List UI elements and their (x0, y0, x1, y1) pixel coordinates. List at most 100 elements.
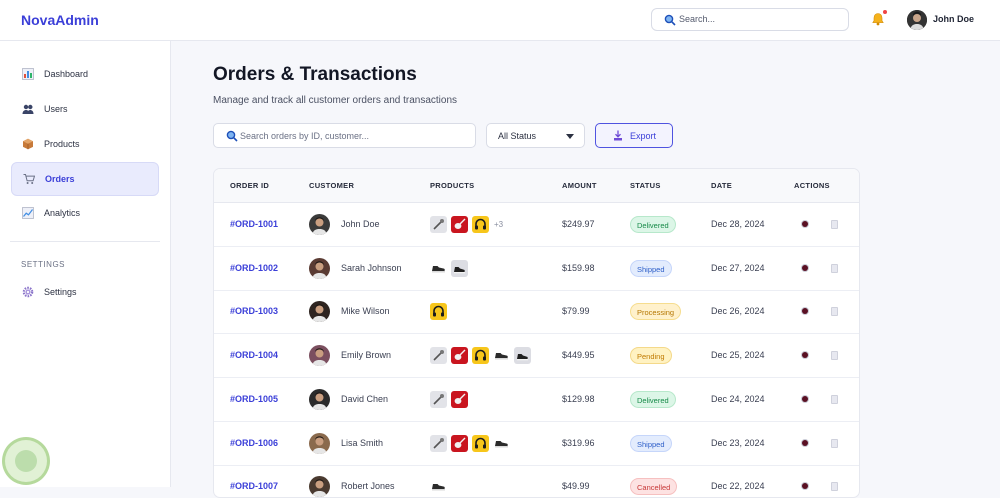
sidebar-item-label: Dashboard (44, 69, 89, 79)
table-row[interactable]: #ORD-1001 John Doe +3 $249.97 Delivered Dec 2… (214, 203, 859, 247)
search-icon (664, 14, 676, 26)
sidebar-item-dashboard[interactable]: Dashboard (11, 58, 159, 92)
view-icon[interactable] (802, 352, 808, 359)
view-icon[interactable] (802, 221, 808, 227)
line-chart-icon (22, 207, 34, 219)
customer-name: Lisa Smith (341, 437, 384, 448)
product-thumbnail-headphones[interactable] (472, 347, 489, 365)
product-thumbnail-headphones[interactable] (472, 434, 489, 452)
view-icon[interactable] (802, 308, 808, 315)
order-id-link[interactable]: #ORD-1003 (230, 306, 278, 316)
export-button-label: Export (630, 131, 657, 141)
status-badge: Pending (630, 347, 672, 365)
status-badge: Delivered (630, 216, 676, 233)
orders-table: ORDER ID CUSTOMER PRODUCTS AMOUNT STATUS… (213, 168, 860, 498)
product-thumbnail-headphones[interactable] (472, 216, 489, 233)
table-row[interactable]: #ORD-1006 Lisa Smith $319.96 Shipped Dec 23,… (214, 422, 859, 466)
column-header-date[interactable]: DATE (711, 181, 732, 190)
order-id-link[interactable]: #ORD-1004 (230, 350, 278, 360)
box-icon (23, 138, 33, 150)
document-icon[interactable] (831, 438, 838, 448)
product-thumbnail-microphone[interactable] (430, 434, 447, 452)
customer-avatar (309, 345, 330, 367)
user-avatar[interactable] (907, 10, 927, 30)
table-row[interactable]: #ORD-1004 Emily Brown $449.95 Pending Dec 25… (214, 334, 859, 379)
product-thumbnail-shoe[interactable] (493, 434, 510, 452)
document-icon[interactable] (831, 220, 838, 229)
column-header-amount[interactable]: AMOUNT (562, 181, 597, 190)
sidebar-section-label: SETTINGS (21, 260, 66, 269)
sidebar-item-products[interactable]: Products (11, 128, 159, 162)
order-amount: $249.97 (562, 219, 595, 229)
sidebar-item-settings[interactable]: Settings (11, 276, 159, 310)
table-row[interactable]: #ORD-1003 Mike Wilson $79.99 Processing Dec … (214, 290, 859, 335)
sidebar-item-orders[interactable]: Orders (11, 162, 159, 196)
order-date: Dec 26, 2024 (711, 306, 765, 317)
customer-avatar (309, 432, 330, 454)
product-thumbnail-guitar[interactable] (451, 390, 468, 408)
status-filter-value: All Status (498, 131, 537, 141)
product-thumbnail-microphone[interactable] (430, 216, 447, 233)
page-title: Orders & Transactions (213, 64, 417, 85)
order-id-link[interactable]: #ORD-1006 (230, 438, 278, 448)
export-button[interactable]: Export (595, 123, 673, 148)
document-icon[interactable] (831, 351, 838, 361)
order-date: Dec 27, 2024 (711, 262, 765, 273)
view-icon[interactable] (802, 264, 808, 271)
column-header-status[interactable]: STATUS (630, 181, 661, 190)
order-id-link[interactable]: #ORD-1007 (230, 481, 278, 491)
sidebar-item-label: Orders (45, 174, 75, 184)
order-amount: $129.98 (562, 393, 595, 404)
product-thumbnail-guitar[interactable] (451, 347, 468, 365)
download-icon (614, 130, 622, 141)
table-row[interactable]: #ORD-1002 Sarah Johnson $159.98 Shipped Dec … (214, 247, 859, 291)
customer-avatar (309, 257, 330, 279)
customer-avatar (309, 214, 330, 235)
sidebar-item-label: Settings (44, 287, 77, 297)
user-name[interactable]: John Doe (933, 14, 974, 24)
product-thumbnail-shoe-dark[interactable] (514, 347, 531, 365)
view-icon[interactable] (802, 395, 808, 402)
table-row[interactable]: #ORD-1007 Robert Jones $49.99 Cancelled Dec … (214, 465, 859, 497)
view-icon[interactable] (802, 439, 808, 446)
notification-bell-icon[interactable] (871, 12, 885, 26)
order-amount: $449.95 (562, 350, 595, 361)
document-icon[interactable] (831, 307, 838, 317)
customer-name: Sarah Johnson (341, 262, 402, 273)
column-header-products[interactable]: PRODUCTS (430, 181, 475, 190)
order-id-link[interactable]: #ORD-1001 (230, 219, 278, 229)
document-icon[interactable] (831, 394, 838, 404)
sidebar: Dashboard Users Products Orders Analytic… (0, 41, 171, 487)
product-thumbnail-shoe[interactable] (493, 347, 510, 365)
column-header-customer[interactable]: CUSTOMER (309, 181, 354, 190)
users-icon (22, 104, 34, 114)
table-row[interactable]: #ORD-1005 David Chen $129.98 Delivered Dec 2… (214, 378, 859, 422)
column-header-actions: ACTIONS (794, 181, 830, 190)
global-search-input[interactable]: Search... (651, 8, 849, 31)
order-date: Dec 22, 2024 (711, 481, 765, 492)
product-thumbnail-headphones[interactable] (430, 303, 447, 321)
customer-name: John Doe (341, 219, 380, 229)
document-icon[interactable] (831, 263, 838, 273)
product-thumbnail-shoe[interactable] (430, 259, 447, 277)
customer-avatar (309, 301, 330, 323)
app-logo[interactable]: NovaAdmin (21, 12, 99, 28)
sidebar-item-analytics[interactable]: Analytics (11, 197, 159, 231)
customer-avatar (309, 388, 330, 410)
sidebar-item-users[interactable]: Users (11, 93, 159, 127)
more-products-count: +3 (494, 220, 504, 229)
status-badge: Shipped (630, 259, 672, 277)
product-thumbnail-microphone[interactable] (430, 347, 447, 365)
order-id-link[interactable]: #ORD-1005 (230, 394, 278, 404)
sidebar-item-label: Analytics (44, 208, 81, 218)
order-id-link[interactable]: #ORD-1002 (230, 263, 278, 273)
product-thumbnail-microphone[interactable] (430, 390, 447, 408)
status-filter-select[interactable]: All Status (486, 123, 585, 148)
product-thumbnail-shoe-dark[interactable] (451, 259, 468, 277)
customer-name: Robert Jones (341, 481, 395, 492)
product-thumbnail-guitar[interactable] (451, 216, 468, 233)
order-search-input[interactable]: Search orders by ID, customer... (213, 123, 476, 148)
product-thumbnail-guitar[interactable] (451, 434, 468, 452)
column-header-order-id[interactable]: ORDER ID (230, 181, 269, 190)
view-icon[interactable] (802, 483, 808, 490)
